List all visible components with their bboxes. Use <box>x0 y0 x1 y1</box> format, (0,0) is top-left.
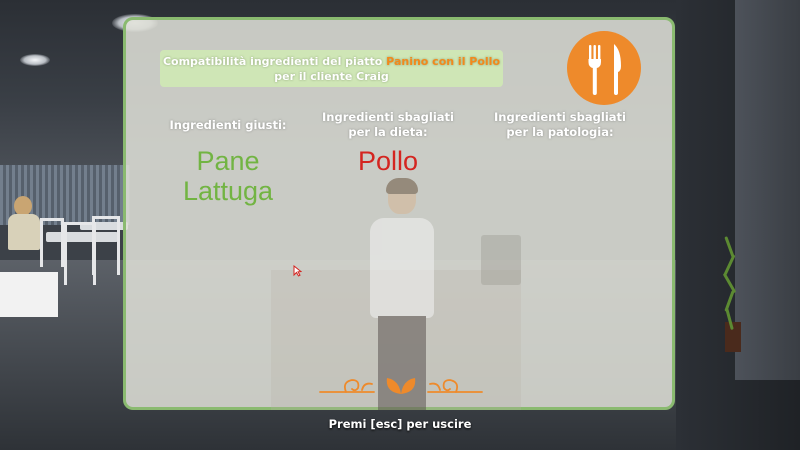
wrong-diet-header: Ingredienti sbagliati per la dieta: <box>322 110 454 139</box>
chair <box>92 216 120 275</box>
ceiling-light <box>20 54 50 66</box>
customer-npc <box>6 196 40 250</box>
exit-hint: Premi [esc] per uscire <box>328 417 472 431</box>
ingredient-compatibility-dialog: Compatibilità ingredienti del piatto Pan… <box>123 17 675 410</box>
correct-ingredients-list: Pane Lattuga <box>158 146 298 206</box>
wrong-diet-ingredients-list: Pollo <box>318 146 458 176</box>
title-suffix: per il cliente Craig <box>274 70 389 83</box>
mouse-cursor-icon <box>293 265 302 277</box>
wrong-pathology-header: Ingredienti sbagliati per la patologia: <box>494 110 626 139</box>
fork-knife-icon <box>567 31 641 105</box>
ingredient-item: Lattuga <box>182 176 274 206</box>
dish-name: Panino con il Pollo <box>386 55 501 68</box>
correct-ingredients-header: Ingredienti giusti: <box>169 118 287 132</box>
title-prefix: Compatibilità ingredienti del piatto <box>162 55 383 68</box>
chair <box>40 218 64 267</box>
background-cash-register <box>481 235 521 285</box>
ingredient-item: Pollo <box>357 146 419 176</box>
ingredient-item: Pane <box>196 146 260 176</box>
pillar <box>735 0 800 380</box>
leaf-flourish-icon <box>316 372 486 398</box>
dialog-title: Compatibilità ingredienti del piatto Pan… <box>160 50 503 87</box>
plant <box>722 236 740 346</box>
counter <box>0 272 58 317</box>
